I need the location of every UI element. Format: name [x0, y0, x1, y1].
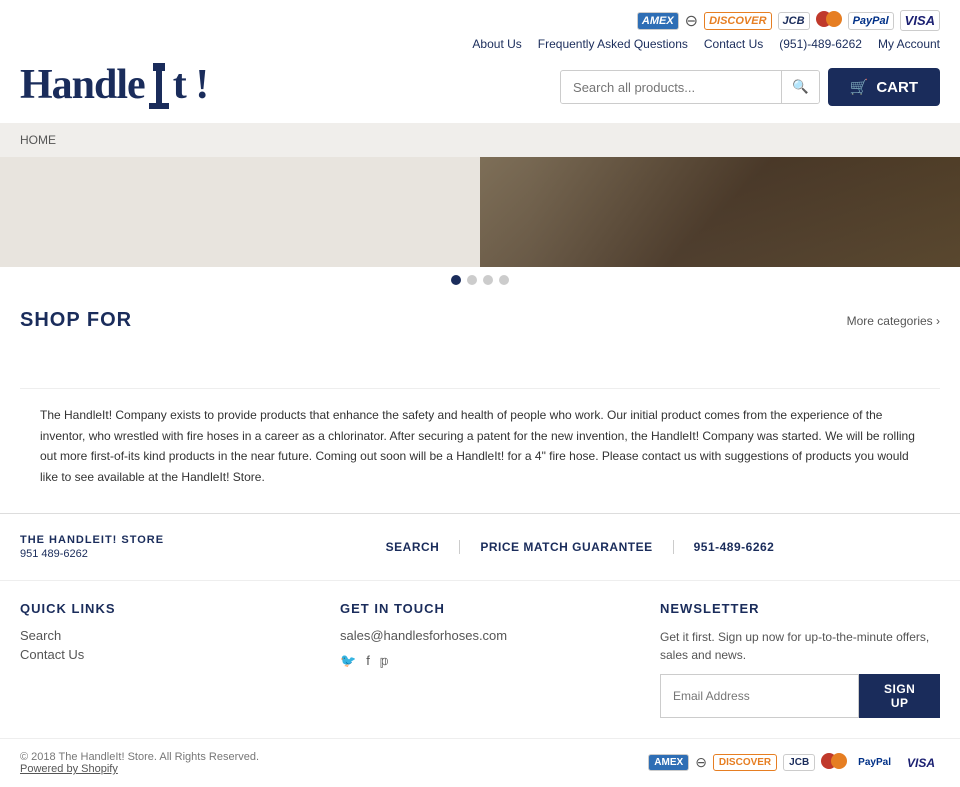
more-categories-link[interactable]: More categories ›: [847, 314, 940, 328]
social-icons: 🐦 f 𝕡: [340, 653, 620, 673]
newsletter-signup-button[interactable]: SIGN UP: [859, 674, 940, 718]
get-in-touch-title: GET IN TOUCH: [340, 601, 620, 616]
footer-discover-icon: DISCOVER: [713, 754, 777, 771]
shop-section: SHOP FOR More categories ›: [0, 293, 960, 388]
header-right: 🔍 🛒 CART: [560, 68, 940, 106]
newsletter-form: SIGN UP: [660, 674, 940, 718]
cart-label: CART: [876, 79, 918, 96]
twitter-icon[interactable]: 🐦: [340, 653, 356, 669]
amex-icon: AMEX: [637, 12, 679, 30]
about-us-link[interactable]: About Us: [472, 37, 521, 51]
diners-icon: ⊖: [685, 11, 698, 31]
powered-by: Powered by Shopify: [20, 763, 259, 775]
mastercard-icon: [816, 11, 842, 30]
hero-banner: [0, 157, 960, 267]
copyright-left: © 2018 The HandleIt! Store. All Rights R…: [20, 751, 259, 775]
cart-icon: 🛒: [850, 78, 869, 96]
store-name: THE HANDLEIT! STORE: [20, 534, 220, 546]
carousel-dot-4[interactable]: [499, 275, 509, 285]
phone-link[interactable]: (951)-489-6262: [779, 37, 862, 51]
store-phone: 951 489-6262: [20, 548, 220, 560]
header-nav: About Us Frequently Asked Questions Cont…: [20, 37, 940, 51]
phone-footer-link[interactable]: 951-489-6262: [674, 540, 795, 554]
footer-jcb-icon: JCB: [783, 754, 815, 771]
contact-us-link[interactable]: Contact Us: [704, 37, 763, 51]
newsletter-title: NEWSLETTER: [660, 601, 940, 616]
jcb-icon: JCB: [778, 12, 810, 30]
footer-store-info: THE HANDLEIT! STORE 951 489-6262: [20, 534, 220, 560]
newsletter-col: NEWSLETTER Get it first. Sign up now for…: [660, 601, 940, 718]
faq-link[interactable]: Frequently Asked Questions: [538, 37, 688, 51]
copyright-bar: © 2018 The HandleIt! Store. All Rights R…: [0, 738, 960, 787]
newsletter-email-input[interactable]: [660, 674, 859, 718]
carousel-dot-1[interactable]: [451, 275, 461, 285]
search-cart-area: 🔍 🛒 CART: [560, 68, 940, 106]
shop-title: SHOP FOR: [20, 309, 132, 332]
carousel-dot-2[interactable]: [467, 275, 477, 285]
breadcrumb: HOME: [0, 123, 960, 157]
footer-visa-icon: VISA: [902, 754, 940, 772]
discover-icon: DISCOVER: [704, 12, 771, 30]
footer-bottom: QUICK LINKS Search Contact Us GET IN TOU…: [0, 580, 960, 738]
footer-search-link[interactable]: Search: [20, 628, 300, 643]
header: AMEX ⊖ DISCOVER JCB PayPal VISA About Us…: [0, 0, 960, 157]
newsletter-description: Get it first. Sign up now for up-to-the-…: [660, 628, 940, 664]
search-input[interactable]: [561, 72, 781, 103]
price-match-link[interactable]: PRICE MATCH GUARANTEE: [460, 540, 673, 554]
footer-mid-links: SEARCH PRICE MATCH GUARANTEE 951-489-626…: [220, 540, 940, 554]
payment-icons-top: AMEX ⊖ DISCOVER JCB PayPal VISA: [20, 10, 940, 31]
visa-icon: VISA: [900, 10, 940, 31]
shopify-link[interactable]: Powered by Shopify: [20, 763, 118, 775]
cart-button[interactable]: 🛒 CART: [828, 68, 940, 106]
footer-payment-icons: AMEX ⊖ DISCOVER JCB PayPal VISA: [648, 753, 940, 772]
about-text: The HandleIt! Company exists to provide …: [40, 405, 920, 487]
carousel-dot-3[interactable]: [483, 275, 493, 285]
footer-diners-icon: ⊖: [695, 754, 707, 771]
footer-amex-icon: AMEX: [648, 754, 689, 771]
shop-categories: [20, 348, 940, 378]
footer-mastercard-icon: [821, 753, 847, 772]
my-account-link[interactable]: My Account: [878, 37, 940, 51]
logo[interactable]: Handle t !: [20, 61, 208, 113]
footer-top: THE HANDLEIT! STORE 951 489-6262 SEARCH …: [0, 513, 960, 570]
quick-links-title: QUICK LINKS: [20, 601, 300, 616]
footer-paypal-icon: PayPal: [853, 755, 896, 770]
carousel-dots: [0, 267, 960, 293]
search-button[interactable]: 🔍: [781, 71, 819, 103]
hero-image: [480, 157, 960, 267]
contact-email: sales@handlesforhoses.com: [340, 628, 620, 643]
copyright-text: © 2018 The HandleIt! Store. All Rights R…: [20, 751, 259, 763]
pinterest-icon[interactable]: 𝕡: [380, 653, 389, 669]
search-icon: 🔍: [792, 79, 809, 94]
about-section: The HandleIt! Company exists to provide …: [20, 388, 940, 503]
search-footer-link[interactable]: SEARCH: [366, 540, 461, 554]
facebook-icon[interactable]: f: [366, 653, 370, 669]
home-breadcrumb[interactable]: HOME: [20, 133, 56, 147]
get-in-touch-col: GET IN TOUCH sales@handlesforhoses.com 🐦…: [340, 601, 620, 718]
footer-contact-link[interactable]: Contact Us: [20, 647, 300, 662]
quick-links-col: QUICK LINKS Search Contact Us: [20, 601, 300, 718]
paypal-icon: PayPal: [848, 12, 894, 30]
logo-text: Handle t !: [20, 61, 208, 113]
search-box: 🔍: [560, 70, 820, 104]
